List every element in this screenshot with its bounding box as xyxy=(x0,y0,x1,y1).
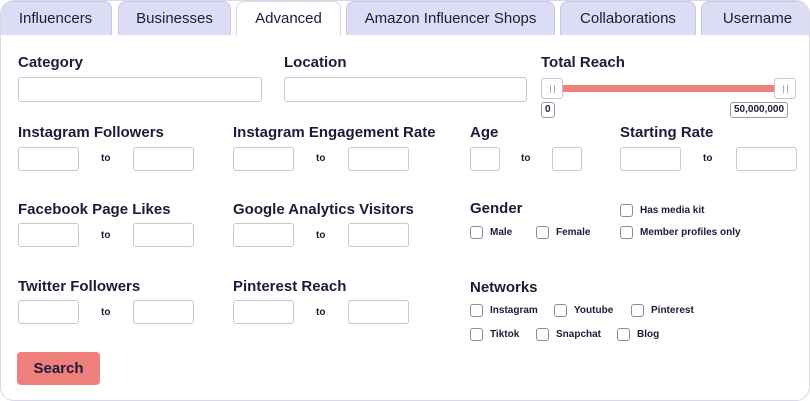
instagram-engagement-min[interactable] xyxy=(233,147,294,171)
tab-businesses[interactable]: Businesses xyxy=(118,1,231,35)
checkbox-label: Instagram xyxy=(490,305,538,316)
checkbox-label: Male xyxy=(490,227,513,238)
gender-female-checkbox[interactable]: Female xyxy=(536,226,590,239)
checkbox-label: Has media kit xyxy=(640,205,705,216)
network-instagram-checkbox[interactable]: Instagram xyxy=(470,304,538,317)
twitter-followers-label: Twitter Followers xyxy=(18,278,141,295)
google-visitors-min[interactable] xyxy=(233,223,294,247)
location-input[interactable] xyxy=(284,77,527,102)
location-label: Location xyxy=(284,54,347,71)
network-pinterest-checkbox[interactable]: Pinterest xyxy=(631,304,694,317)
to-label: to xyxy=(521,153,531,164)
facebook-likes-max[interactable] xyxy=(133,223,194,247)
category-label: Category xyxy=(18,54,84,71)
network-tiktok-checkbox[interactable]: Tiktok xyxy=(470,328,519,341)
checkbox-box[interactable] xyxy=(620,204,633,217)
checkbox-box[interactable] xyxy=(554,304,567,317)
gender-male-checkbox[interactable]: Male xyxy=(470,226,512,239)
total-reach-min-value: 0 xyxy=(541,102,555,118)
total-reach-min-handle[interactable] xyxy=(541,78,563,99)
to-label: to xyxy=(316,230,326,241)
tab-bar: Influencers Businesses Advanced Amazon I… xyxy=(1,1,809,36)
age-label: Age xyxy=(470,124,499,141)
total-reach-label: Total Reach xyxy=(541,54,625,71)
network-youtube-checkbox[interactable]: Youtube xyxy=(554,304,613,317)
pinterest-reach-max[interactable] xyxy=(348,300,409,324)
age-max[interactable] xyxy=(552,147,582,171)
facebook-likes-min[interactable] xyxy=(18,223,79,247)
instagram-followers-max[interactable] xyxy=(133,147,194,171)
to-label: to xyxy=(101,230,111,241)
pinterest-reach-label: Pinterest Reach xyxy=(233,278,347,295)
twitter-followers-max[interactable] xyxy=(133,300,194,324)
instagram-engagement-label: Instagram Engagement Rate xyxy=(233,124,436,141)
network-blog-checkbox[interactable]: Blog xyxy=(617,328,659,341)
tab-collaborations[interactable]: Collaborations xyxy=(560,1,696,35)
tab-amazon-influencer-shops[interactable]: Amazon Influencer Shops xyxy=(346,1,555,35)
has-media-kit-checkbox[interactable]: Has media kit xyxy=(620,204,704,217)
age-min[interactable] xyxy=(470,147,500,171)
starting-rate-max[interactable] xyxy=(736,147,797,171)
to-label: to xyxy=(316,153,326,164)
networks-label: Networks xyxy=(470,279,538,296)
tab-username[interactable]: Username xyxy=(701,1,809,35)
starting-rate-min[interactable] xyxy=(620,147,681,171)
twitter-followers-min[interactable] xyxy=(18,300,79,324)
checkbox-box[interactable] xyxy=(631,304,644,317)
gender-label: Gender xyxy=(470,200,523,217)
checkbox-label: Youtube xyxy=(574,305,614,316)
advanced-search-panel: Influencers Businesses Advanced Amazon I… xyxy=(0,0,810,401)
checkbox-box[interactable] xyxy=(470,226,483,239)
tab-influencers[interactable]: Influencers xyxy=(1,1,112,35)
to-label: to xyxy=(703,153,713,164)
to-label: to xyxy=(316,307,326,318)
checkbox-label: Snapchat xyxy=(556,329,602,340)
to-label: to xyxy=(101,153,111,164)
checkbox-label: Female xyxy=(556,227,591,238)
starting-rate-label: Starting Rate xyxy=(620,124,714,141)
checkbox-box[interactable] xyxy=(620,226,633,239)
google-visitors-max[interactable] xyxy=(348,223,409,247)
checkbox-label: Tiktok xyxy=(490,329,520,340)
total-reach-max-value: 50,000,000 xyxy=(730,102,789,118)
total-reach-slider-range[interactable] xyxy=(553,85,785,92)
to-label: to xyxy=(101,307,111,318)
checkbox-label: Blog xyxy=(637,329,660,340)
facebook-likes-label: Facebook Page Likes xyxy=(18,201,171,218)
checkbox-box[interactable] xyxy=(536,226,549,239)
total-reach-max-handle[interactable] xyxy=(774,78,796,99)
google-visitors-label: Google Analytics Visitors xyxy=(233,201,414,218)
checkbox-box[interactable] xyxy=(470,304,483,317)
instagram-engagement-max[interactable] xyxy=(348,147,409,171)
member-profiles-only-checkbox[interactable]: Member profiles only xyxy=(620,226,741,239)
instagram-followers-min[interactable] xyxy=(18,147,79,171)
category-input[interactable] xyxy=(18,77,262,102)
network-snapchat-checkbox[interactable]: Snapchat xyxy=(536,328,601,341)
search-button[interactable]: Search xyxy=(17,352,100,385)
checkbox-box[interactable] xyxy=(536,328,549,341)
checkbox-box[interactable] xyxy=(470,328,483,341)
instagram-followers-label: Instagram Followers xyxy=(18,124,164,141)
checkbox-label: Pinterest xyxy=(651,305,694,316)
tab-advanced[interactable]: Advanced xyxy=(236,1,341,36)
pinterest-reach-min[interactable] xyxy=(233,300,294,324)
checkbox-label: Member profiles only xyxy=(640,227,741,238)
checkbox-box[interactable] xyxy=(617,328,630,341)
